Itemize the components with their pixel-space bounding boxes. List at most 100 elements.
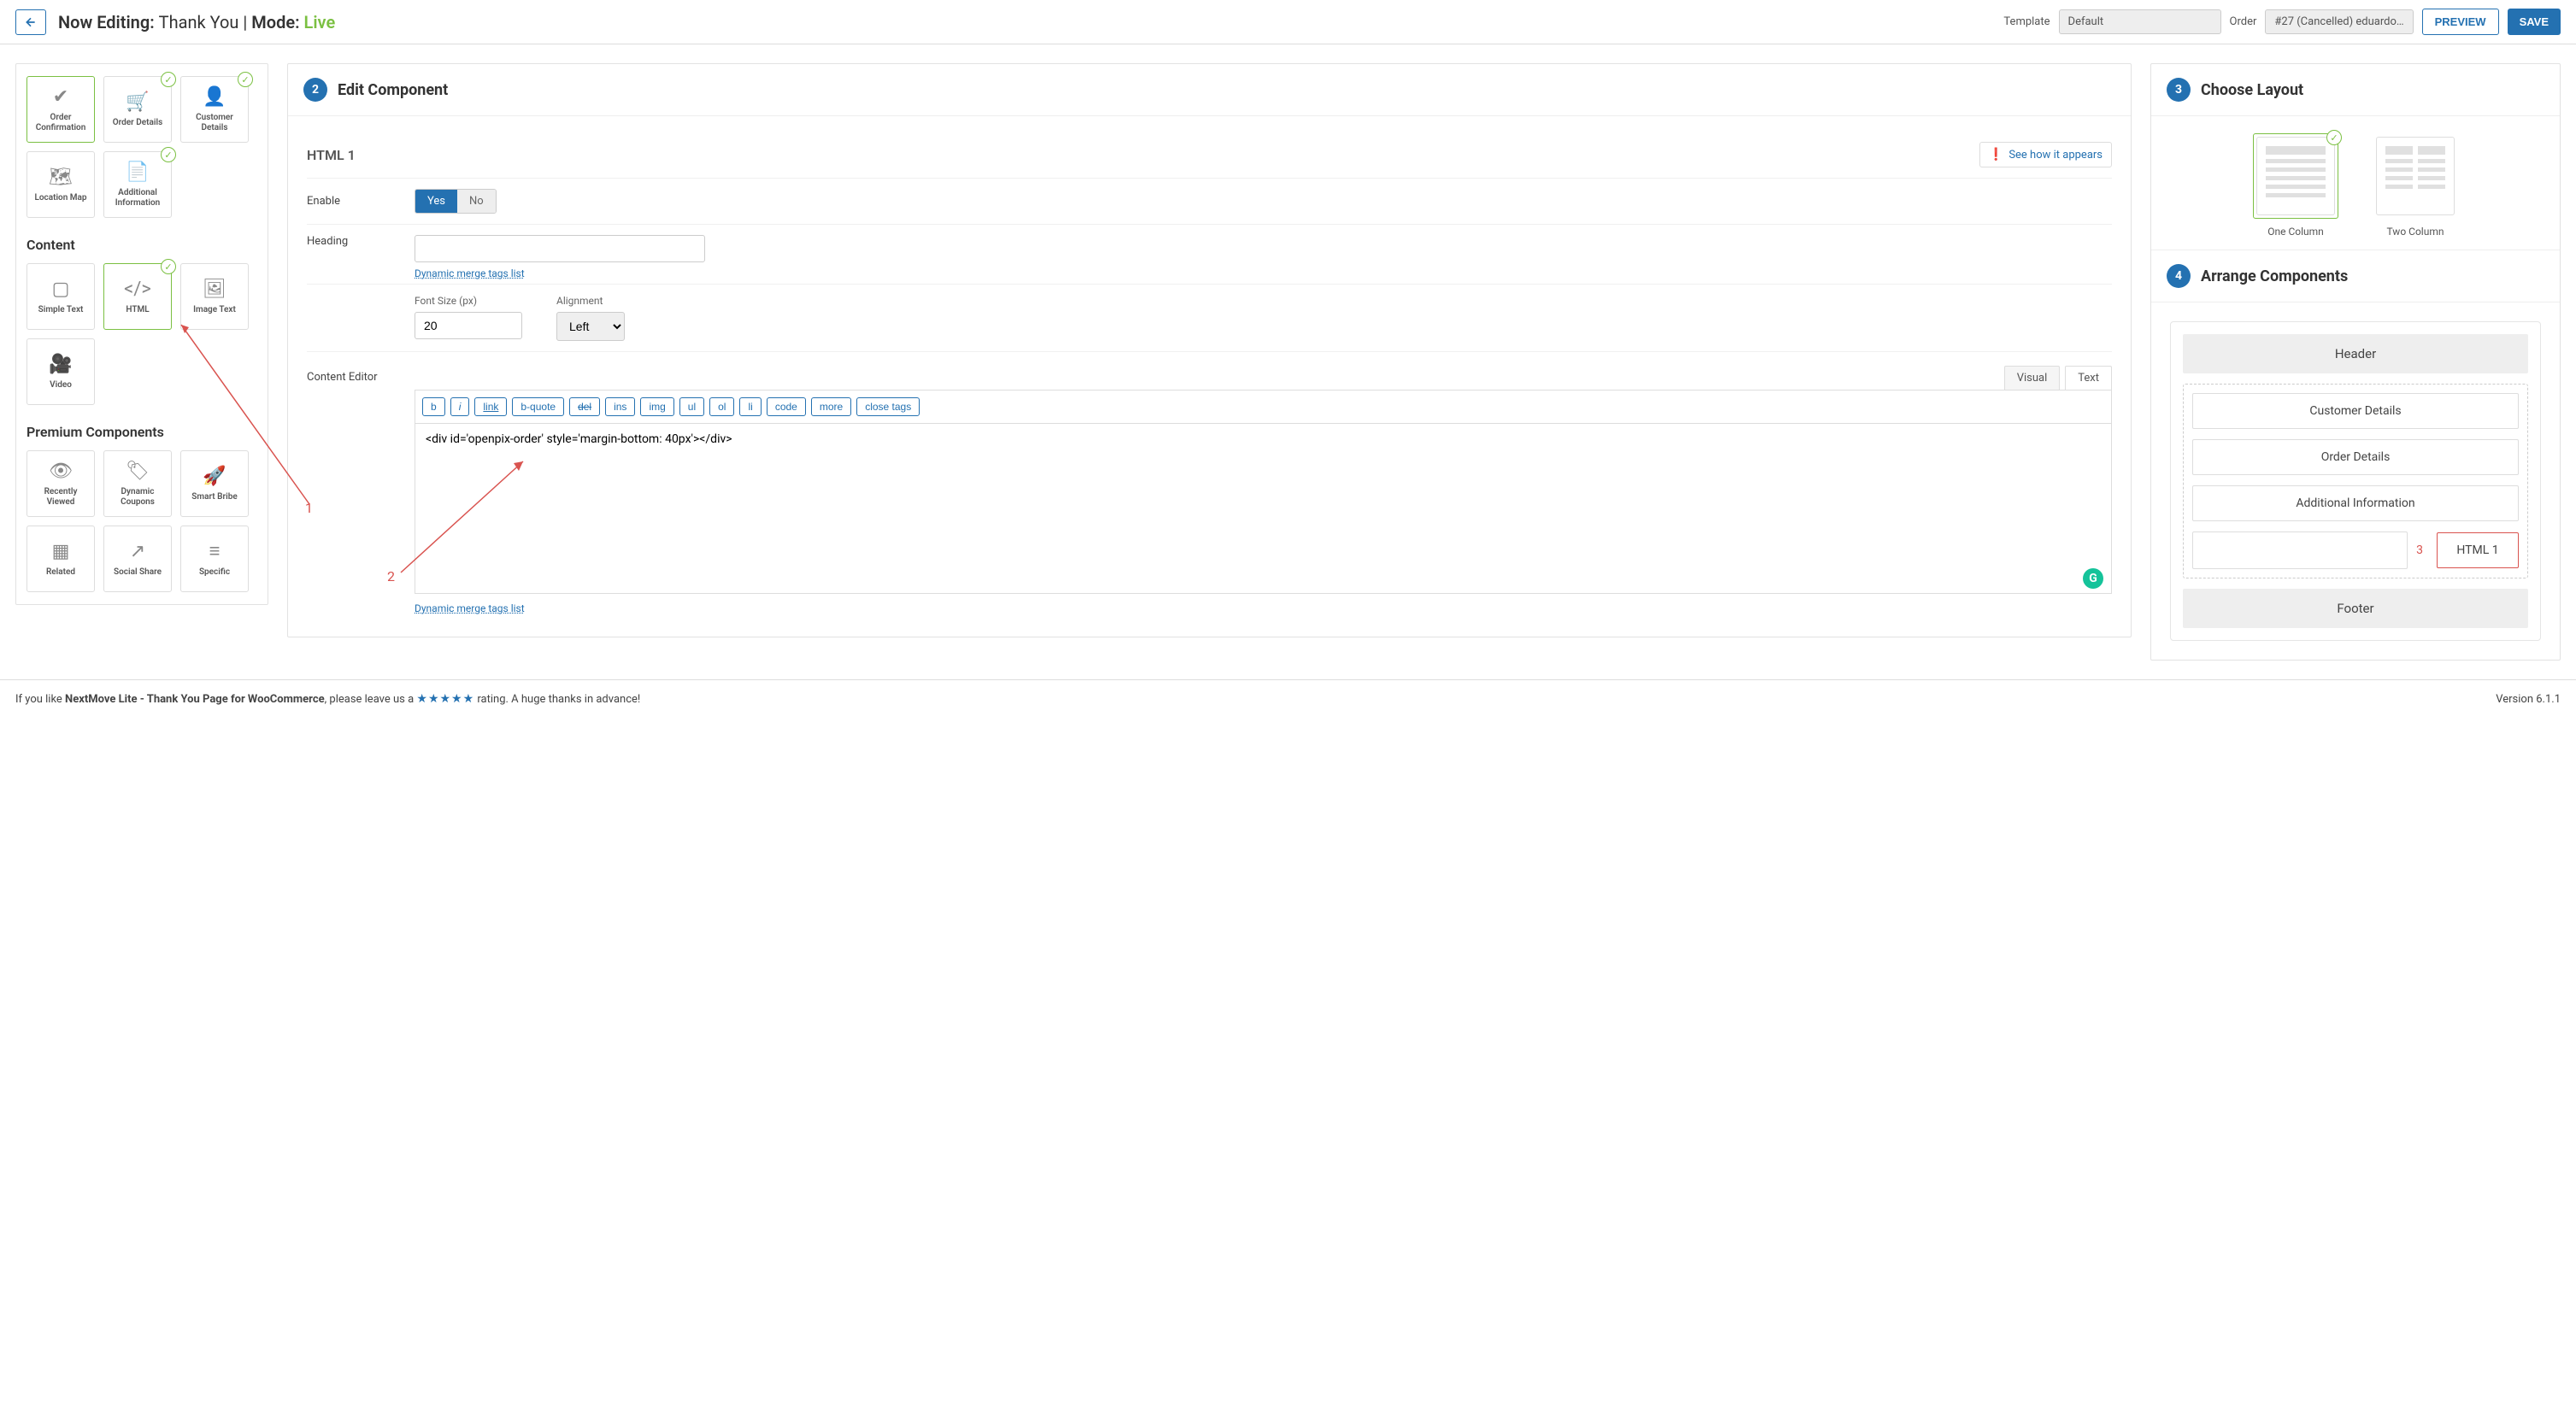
- content-tile-html[interactable]: ✓</>HTML: [103, 263, 172, 330]
- arrange-item-order-details[interactable]: Order Details: [2192, 439, 2519, 475]
- tile-label: Dynamic Coupons: [106, 487, 169, 508]
- component-library-panel: ✔Order Confirmation ✓ 🛒 Order Details ✓👤Cust…: [15, 63, 268, 605]
- arrange-header: Header: [2183, 334, 2528, 373]
- choose-layout-title: Choose Layout: [2201, 81, 2303, 99]
- editor-btn-ul[interactable]: ul: [679, 397, 704, 416]
- tile-icon: 🖼: [203, 279, 226, 300]
- premium-heading: Premium Components: [26, 424, 257, 440]
- component-tile-order-confirmation[interactable]: ✔Order Confirmation: [26, 76, 95, 143]
- component-name: HTML 1: [307, 147, 356, 163]
- premium-tile-specific[interactable]: ≡ Specific: [180, 526, 249, 592]
- step-2-badge: 2: [303, 78, 327, 102]
- see-how-link[interactable]: ❗ See how it appears: [1979, 142, 2112, 167]
- font-size-label: Font Size (px): [415, 295, 522, 307]
- arrange-box: Header Customer Details Order Details Addi…: [2170, 321, 2541, 641]
- rating-stars[interactable]: ★★★★★: [416, 692, 474, 706]
- premium-tile-social-share[interactable]: ↗Social Share: [103, 526, 172, 592]
- component-tile-location-map[interactable]: 🗺 Location Map: [26, 151, 95, 218]
- tile-label: Specific: [199, 567, 230, 578]
- content-tile-image-text[interactable]: 🖼Image Text: [180, 263, 249, 330]
- tile-label: Order Details: [113, 118, 162, 128]
- editor-btn-link[interactable]: link: [474, 397, 507, 416]
- tile-icon: 📄: [126, 161, 149, 183]
- arrange-item-customer-details[interactable]: Customer Details: [2192, 393, 2519, 429]
- editor-btn-more[interactable]: more: [811, 397, 851, 416]
- check-icon: ✓: [2326, 130, 2342, 145]
- check-icon: ✓: [161, 72, 176, 87]
- editor-btn-ins[interactable]: ins: [605, 397, 635, 416]
- enable-label: Enable: [307, 195, 415, 208]
- tile-icon: 🗺: [49, 167, 73, 188]
- template-select[interactable]: Default: [2059, 9, 2221, 34]
- editor-btn-code[interactable]: code: [767, 397, 806, 416]
- heading-label: Heading: [307, 235, 415, 248]
- editor-tab-visual[interactable]: Visual: [2004, 366, 2061, 390]
- tile-label: Recently Viewed: [29, 487, 92, 508]
- arrange-drop-zone[interactable]: Customer Details Order Details Additional …: [2183, 384, 2528, 578]
- tile-icon: ▢: [52, 279, 70, 300]
- merge-tags-link[interactable]: Dynamic merge tags list: [415, 267, 525, 279]
- tile-icon: 🎥: [49, 354, 72, 375]
- arrange-footer: Footer: [2183, 589, 2528, 628]
- tile-label: Customer Details: [183, 113, 246, 133]
- component-tile-customer-details[interactable]: ✓👤Customer Details: [180, 76, 249, 143]
- editor-btn-b-quote[interactable]: b-quote: [512, 397, 564, 416]
- tile-icon: ✔: [53, 86, 68, 108]
- arrow-left-icon: [24, 15, 38, 29]
- enable-yes[interactable]: Yes: [415, 190, 457, 213]
- right-panel: 3 Choose Layout ✓ One Column Two Column …: [2150, 63, 2561, 661]
- arrange-item-additional-information[interactable]: Additional Information: [2192, 485, 2519, 521]
- layout-one-column[interactable]: ✓ One Column: [2253, 133, 2338, 238]
- editor-btn-ol[interactable]: ol: [709, 397, 734, 416]
- alignment-select[interactable]: Left: [556, 312, 625, 341]
- merge-tags-link-2[interactable]: Dynamic merge tags list: [415, 602, 525, 614]
- tile-label: Related: [46, 567, 75, 578]
- tile-label: Social Share: [114, 567, 162, 578]
- content-editor-textarea[interactable]: [415, 423, 2112, 594]
- enable-no[interactable]: No: [457, 190, 496, 213]
- tile-icon: </>: [124, 279, 151, 300]
- font-size-input[interactable]: [415, 312, 522, 339]
- arrange-empty-slot[interactable]: [2192, 531, 2408, 569]
- heading-input[interactable]: [415, 235, 705, 262]
- save-button[interactable]: SAVE: [2508, 9, 2561, 35]
- editor-btn-li[interactable]: li: [739, 397, 761, 416]
- layout-two-column[interactable]: Two Column: [2373, 133, 2458, 238]
- editor-btn-close-tags[interactable]: close tags: [856, 397, 920, 416]
- tile-icon: 🏷: [126, 461, 150, 482]
- content-tile-video[interactable]: 🎥Video: [26, 338, 95, 405]
- premium-tile-dynamic-coupons[interactable]: 🏷 Dynamic Coupons: [103, 450, 172, 517]
- editor-btn-img[interactable]: img: [640, 397, 673, 416]
- edit-component-panel: 2 Edit Component HTML 1 ❗ See how it app…: [287, 63, 2132, 637]
- tile-icon: ≡: [209, 540, 221, 562]
- preview-button[interactable]: PREVIEW: [2422, 9, 2499, 35]
- back-button[interactable]: [15, 9, 46, 35]
- enable-toggle[interactable]: Yes No: [415, 189, 497, 214]
- grammarly-icon[interactable]: G: [2083, 568, 2103, 589]
- tile-icon: 🛒: [126, 91, 149, 113]
- component-tile-order-details[interactable]: ✓🛒Order Details: [103, 76, 172, 143]
- tile-label: Location Map: [34, 193, 86, 203]
- annotation-3: 3: [2416, 543, 2423, 557]
- editor-tab-text[interactable]: Text: [2065, 366, 2112, 390]
- topbar: Now Editing: Thank You | Mode: Live Temp…: [0, 0, 2576, 44]
- check-icon: ✓: [161, 259, 176, 274]
- arrange-title: Arrange Components: [2201, 267, 2348, 285]
- premium-tile-recently-viewed[interactable]: 👁Recently Viewed: [26, 450, 95, 517]
- editor-btn-i[interactable]: i: [450, 397, 470, 416]
- template-label: Template: [2003, 15, 2050, 28]
- premium-tile-related[interactable]: ▦Related: [26, 526, 95, 592]
- content-tile-simple-text[interactable]: ▢Simple Text: [26, 263, 95, 330]
- check-icon: ✓: [161, 147, 176, 162]
- page-title: Now Editing: Thank You | Mode: Live: [58, 12, 335, 32]
- order-select[interactable]: #27 (Cancelled) eduardo…: [2265, 9, 2413, 34]
- editor-btn-b[interactable]: b: [422, 397, 445, 416]
- component-tile-additional-information[interactable]: ✓📄Additional Information: [103, 151, 172, 218]
- premium-tile-smart-bribe[interactable]: 🚀Smart Bribe: [180, 450, 249, 517]
- arrange-item-html-1[interactable]: HTML 1: [2437, 532, 2519, 568]
- page-footer: If you like NextMove Lite - Thank You Pa…: [0, 679, 2576, 718]
- version-label: Version 6.1.1: [2496, 693, 2561, 706]
- editor-btn-del[interactable]: del: [569, 397, 600, 416]
- editor-toolbar: bilink b-quote delinsimgulollicode more clos…: [415, 390, 2112, 423]
- alignment-label: Alignment: [556, 295, 625, 307]
